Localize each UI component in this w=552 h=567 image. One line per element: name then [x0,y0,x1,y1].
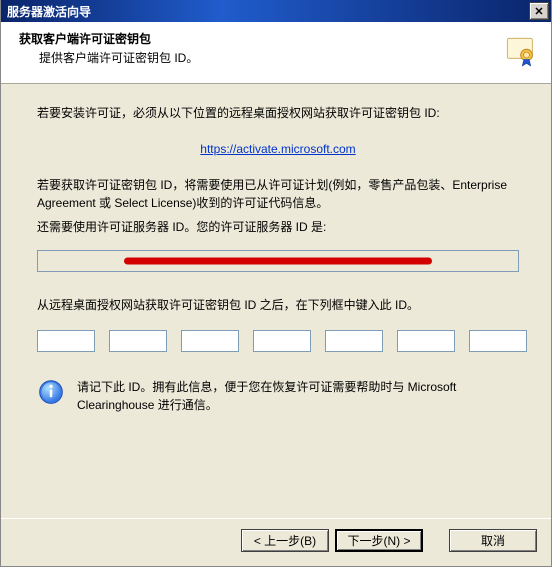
certificate-icon [499,30,539,73]
key-part-7[interactable] [469,330,527,352]
header-subtitle: 提供客户端许可证密钥包 ID。 [39,49,198,66]
titlebar: 服务器激活向导 ✕ [1,0,551,22]
close-button[interactable]: ✕ [529,2,549,20]
info-row: 请记下此 ID。拥有此信息，便于您在恢复许可证需要帮助时与 Microsoft … [37,378,519,414]
key-input-row [37,330,519,352]
activation-link[interactable]: https://activate.microsoft.com [37,142,519,156]
cancel-button[interactable]: 取消 [449,529,537,552]
key-part-4[interactable] [253,330,311,352]
key-part-5[interactable] [325,330,383,352]
next-button[interactable]: 下一步(N) > [335,529,423,552]
key-part-6[interactable] [397,330,455,352]
key-part-1[interactable] [37,330,95,352]
wizard-header-text: 获取客户端许可证密钥包 提供客户端许可证密钥包 ID。 [19,30,198,66]
wizard-body: 若要安装许可证，必须从以下位置的远程桌面授权网站获取许可证密钥包 ID: htt… [1,84,551,518]
info-icon [37,378,65,409]
instruction-text-2: 若要获取许可证密钥包 ID，将需要使用已从许可证计划(例如，零售产品包装、Ent… [37,176,519,212]
close-icon: ✕ [534,5,543,18]
wizard-window: 服务器激活向导 ✕ 获取客户端许可证密钥包 提供客户端许可证密钥包 ID。 若要… [0,0,552,567]
instruction-text-3: 还需要使用许可证服务器 ID。您的许可证服务器 ID 是: [37,218,519,236]
instruction-text-1: 若要安装许可证，必须从以下位置的远程桌面授权网站获取许可证密钥包 ID: [37,104,519,122]
window-title: 服务器激活向导 [7,3,91,20]
key-part-3[interactable] [181,330,239,352]
instruction-text-4: 从远程桌面授权网站获取许可证密钥包 ID 之后，在下列框中键入此 ID。 [37,296,519,314]
back-button[interactable]: < 上一步(B) [241,529,329,552]
server-id-field [37,250,519,272]
header-title: 获取客户端许可证密钥包 [19,30,198,47]
key-part-2[interactable] [109,330,167,352]
wizard-header: 获取客户端许可证密钥包 提供客户端许可证密钥包 ID。 [1,22,551,84]
wizard-footer: < 上一步(B) 下一步(N) > 取消 [1,518,551,566]
info-text: 请记下此 ID。拥有此信息，便于您在恢复许可证需要帮助时与 Microsoft … [77,378,519,414]
server-id-input[interactable] [37,250,519,272]
